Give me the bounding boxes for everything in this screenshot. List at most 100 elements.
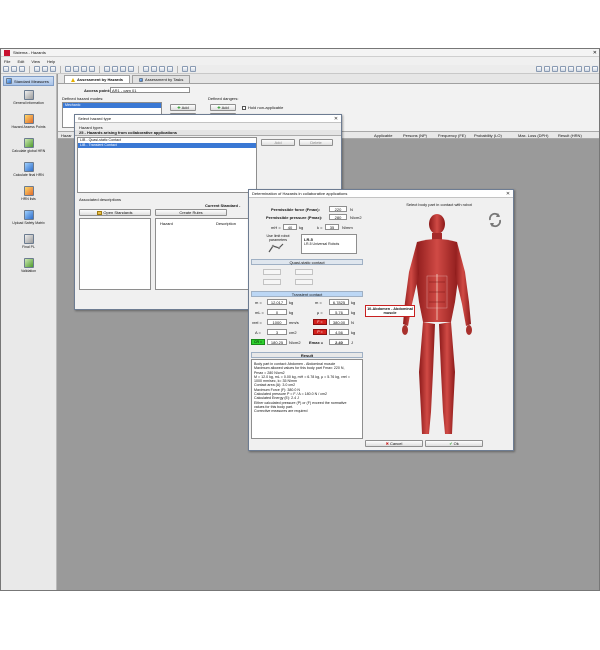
filter-icon[interactable] xyxy=(143,66,149,72)
quasi-static-section[interactable]: Quasi-static contact xyxy=(251,259,363,265)
perm-pressure-unit: N/cm2 xyxy=(350,215,362,220)
k-value[interactable]: 35 xyxy=(325,224,339,230)
cut-icon[interactable] xyxy=(65,66,71,72)
col-persons[interactable]: Persons (NP) xyxy=(403,133,427,138)
tab-assessment-by-tasks[interactable]: Assessment by Tasks xyxy=(132,75,191,83)
perm-force-value[interactable]: 220 xyxy=(329,206,347,212)
next-icon[interactable] xyxy=(120,66,126,72)
access-point-value: AR1 - cam 01 xyxy=(112,87,137,93)
hazard-types-list[interactable]: LIB - Quasi-static Contact LIB - Transie… xyxy=(77,137,257,193)
plus-icon: ✚ xyxy=(217,105,221,110)
close-icon[interactable]: ✕ xyxy=(505,191,511,197)
delete-icon[interactable] xyxy=(89,66,95,72)
paste-icon[interactable] xyxy=(81,66,87,72)
area-value[interactable]: 3 xyxy=(267,329,287,335)
mh-value[interactable]: 40 xyxy=(283,224,297,230)
cancel-button[interactable]: ✖ Cancel xyxy=(365,440,423,447)
standards-list[interactable] xyxy=(79,218,151,290)
col-description-header: Description xyxy=(216,221,237,226)
settings-icon[interactable] xyxy=(182,66,188,72)
tab-assessment-by-hazards[interactable]: Assessment by Hazards xyxy=(64,75,131,83)
window-close-icon[interactable]: ✕ xyxy=(593,50,597,56)
sidebar-item-final-pl[interactable]: Final PL xyxy=(1,234,56,254)
calculator-icon xyxy=(23,138,34,148)
row2-unit-left: mm/s xyxy=(289,320,299,325)
add-hazard-button[interactable]: ✚ Add xyxy=(170,104,196,111)
sidebar-header[interactable]: Standard Measures xyxy=(3,76,54,86)
sidebar-item-upload-safety-matrix[interactable]: Upload Safety Matrix xyxy=(1,210,56,230)
hazard-points-icon xyxy=(23,114,34,124)
k-unit: N/mm xyxy=(342,225,353,230)
close-icon[interactable]: ✕ xyxy=(333,116,339,122)
vrel-value[interactable]: 1000 xyxy=(267,319,287,325)
col-frequency[interactable]: Frequency (FE) xyxy=(438,133,466,138)
save-icon[interactable] xyxy=(19,66,25,72)
sidebar-item-label: Validation xyxy=(20,269,37,273)
window-grid-icon[interactable] xyxy=(552,66,558,72)
sidebar-item-hrn-lists[interactable]: HRN lists xyxy=(1,186,56,206)
not-applicable-checkbox[interactable] xyxy=(242,105,246,110)
col-result[interactable]: Result (HRN) xyxy=(558,133,582,138)
ok-button[interactable]: ✔ Ok xyxy=(425,440,483,447)
zoom-out-icon[interactable] xyxy=(576,66,582,72)
dialog-add-button[interactable]: Add xyxy=(261,139,295,146)
not-applicable-toggle[interactable]: Hold non-applicable xyxy=(242,105,283,110)
redo-icon[interactable] xyxy=(50,66,56,72)
hazard-row-selected[interactable]: Mechanic xyxy=(63,103,161,108)
sidebar-item-calculate-global-hrn[interactable]: Calculate global HRN xyxy=(1,138,56,158)
copy-icon[interactable] xyxy=(73,66,79,72)
perm-pressure-value[interactable]: 280 xyxy=(329,214,347,220)
validation-icon xyxy=(23,258,34,268)
sidebar-item-label: Hazard Assess Points xyxy=(11,125,46,129)
menu-help[interactable]: Help xyxy=(47,59,55,64)
sidebar-item-calculate-final-hrn[interactable]: Calculate final HRN xyxy=(1,162,56,182)
window-list-icon[interactable] xyxy=(560,66,566,72)
refresh-icon[interactable] xyxy=(584,66,590,72)
last-icon[interactable] xyxy=(128,66,134,72)
col-applicable[interactable]: Applicable xyxy=(374,133,392,138)
select-body-label: Select body part in contact with robot xyxy=(406,202,472,207)
sidebar-item-label: Calculate global HRN xyxy=(11,149,46,153)
open-standards-button[interactable]: Open Standards xyxy=(79,209,151,216)
first-icon[interactable] xyxy=(104,66,110,72)
dialog-delete-button[interactable]: Delete xyxy=(299,139,333,146)
previous-icon[interactable] xyxy=(112,66,118,72)
report-icon[interactable] xyxy=(159,66,165,72)
access-point-select[interactable]: AR1 - cam 01 xyxy=(110,87,190,93)
window-tile-icon[interactable] xyxy=(536,66,542,72)
add-label: Add xyxy=(181,105,189,110)
col-hazard[interactable]: Hazar xyxy=(61,133,72,138)
emax-label: Emax = xyxy=(309,340,324,345)
rotate-icon[interactable] xyxy=(487,212,503,228)
human-body-muscle-figure[interactable] xyxy=(399,212,475,440)
qs-field-4 xyxy=(295,279,313,285)
help-icon[interactable] xyxy=(190,66,196,72)
create-rules-button[interactable]: Create Rules xyxy=(155,209,227,216)
search-icon[interactable] xyxy=(151,66,157,72)
robot-type-box[interactable]: LR-5 LR-5 Universal Robots xyxy=(301,234,357,254)
sidebar-item-validation[interactable]: Validation xyxy=(1,258,56,278)
window-cascade-icon[interactable] xyxy=(544,66,550,72)
col-max-loss[interactable]: Max. Loss (DPH) xyxy=(518,133,548,138)
zoom-in-icon[interactable] xyxy=(568,66,574,72)
ml-value[interactable]: 0 xyxy=(267,309,287,315)
menu-view[interactable]: View xyxy=(31,59,40,64)
row3-unit-right: kg xyxy=(351,330,356,335)
hazard-type-item-selected[interactable]: LIB - Transient Contact xyxy=(78,143,256,148)
chart-icon[interactable] xyxy=(167,66,173,72)
exit-icon[interactable] xyxy=(592,66,598,72)
menu-file[interactable]: File xyxy=(4,59,10,64)
transient-section[interactable]: Transient contact xyxy=(251,291,363,297)
open-icon[interactable] xyxy=(11,66,17,72)
print-icon[interactable] xyxy=(34,66,40,72)
m-value[interactable]: 12.017 xyxy=(267,299,287,305)
col-probability[interactable]: Probability (LO) xyxy=(474,133,502,138)
create-rules-label: Create Rules xyxy=(179,210,203,215)
add-danger-button[interactable]: ✚ Add xyxy=(210,104,236,111)
menu-edit[interactable]: Edit xyxy=(17,59,24,64)
sidebar-item-hazard-assess-points[interactable]: Hazard Assess Points xyxy=(1,114,56,134)
hazard-group-header[interactable]: 25 - Hazards arising from collaborative … xyxy=(75,130,341,136)
undo-icon[interactable] xyxy=(42,66,48,72)
sidebar-item-general-information[interactable]: General information xyxy=(1,90,56,110)
new-icon[interactable] xyxy=(3,66,9,72)
